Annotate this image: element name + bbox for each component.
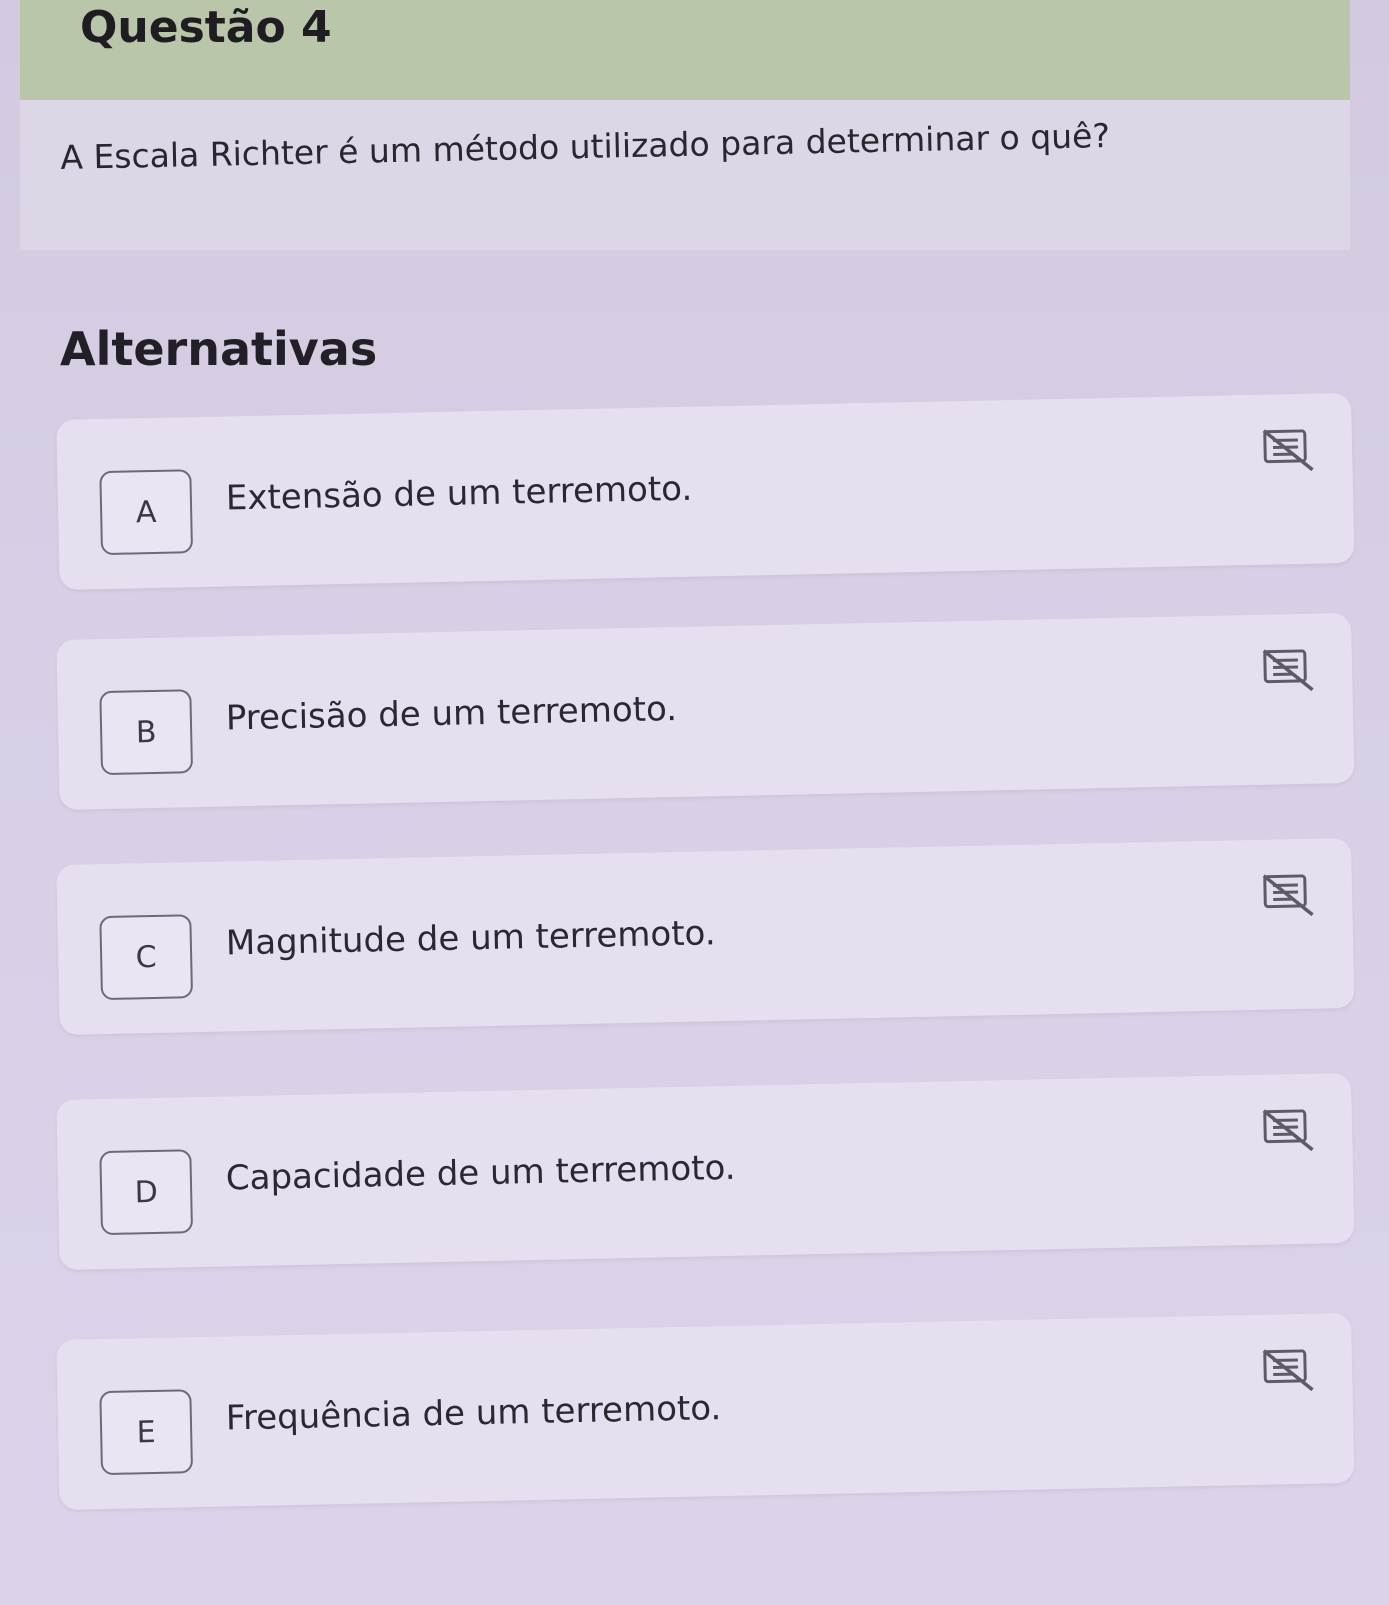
strikethrough-eliminate-icon[interactable] xyxy=(1262,646,1317,693)
option-letter: E xyxy=(99,1389,194,1476)
option-letter: A xyxy=(99,469,194,556)
strikethrough-eliminate-icon[interactable] xyxy=(1262,1106,1317,1153)
option-text: Precisão de um terremoto. xyxy=(225,689,678,739)
question-title: Questão 4 xyxy=(80,2,332,53)
option-text: Extensão de um terremoto. xyxy=(225,468,693,519)
option-text: Magnitude de um terremoto. xyxy=(225,913,716,964)
option-b[interactable]: B Precisão de um terremoto. xyxy=(56,612,1355,810)
quiz-screen: Questão 4 A Escala Richter é um método u… xyxy=(0,0,1389,1605)
strikethrough-eliminate-icon[interactable] xyxy=(1262,426,1317,473)
option-e[interactable]: E Frequência de um terremoto. xyxy=(56,1312,1355,1510)
question-card xyxy=(20,100,1350,250)
option-text: Capacidade de um terremoto. xyxy=(225,1147,736,1199)
option-c[interactable]: C Magnitude de um terremoto. xyxy=(56,837,1355,1035)
option-d[interactable]: D Capacidade de um terremoto. xyxy=(56,1072,1355,1270)
option-text: Frequência de um terremoto. xyxy=(225,1388,722,1439)
option-letter: C xyxy=(99,914,194,1001)
strikethrough-eliminate-icon[interactable] xyxy=(1262,1346,1317,1393)
option-a[interactable]: A Extensão de um terremoto. xyxy=(56,392,1355,590)
option-letter: B xyxy=(99,689,194,776)
option-letter: D xyxy=(99,1149,194,1236)
alternatives-title: Alternativas xyxy=(60,322,378,376)
strikethrough-eliminate-icon[interactable] xyxy=(1262,871,1317,918)
